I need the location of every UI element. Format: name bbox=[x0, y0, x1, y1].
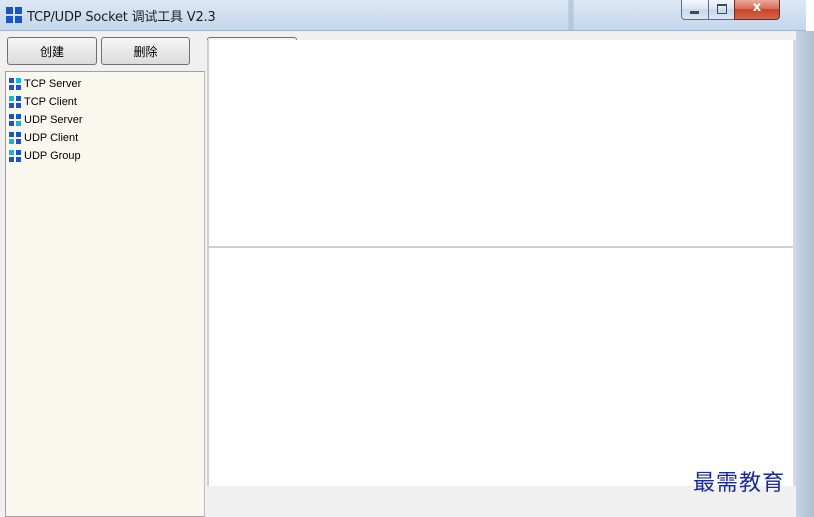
tree-item-udp-group[interactable]: UDP Group bbox=[9, 147, 81, 165]
detail-pane-bottom[interactable] bbox=[207, 248, 795, 486]
tree-item-label: UDP Group bbox=[24, 150, 81, 162]
tree-item-tcp-server[interactable]: TCP Server bbox=[9, 75, 81, 93]
detail-pane-top[interactable] bbox=[207, 40, 795, 246]
node-grid-icon bbox=[9, 150, 21, 162]
app-icon bbox=[6, 7, 22, 23]
node-grid-icon bbox=[9, 114, 21, 126]
title-bar-highlight bbox=[568, 0, 574, 30]
node-grid-icon bbox=[9, 132, 21, 144]
minimize-button[interactable] bbox=[681, 0, 709, 20]
connection-tree[interactable]: TCP Server TCP Client UDP Server UDP Cli… bbox=[5, 71, 205, 517]
window-title: TCP/UDP Socket 调试工具 V2.3 bbox=[27, 10, 216, 25]
close-icon: x bbox=[752, 0, 762, 15]
node-grid-icon bbox=[9, 96, 21, 108]
maximize-button[interactable] bbox=[708, 0, 735, 20]
tree-item-label: UDP Client bbox=[24, 132, 79, 144]
tree-item-tcp-client[interactable]: TCP Client bbox=[9, 93, 77, 111]
window-frame-edge bbox=[796, 31, 814, 517]
title-bar[interactable]: TCP/UDP Socket 调试工具 V2.3 x bbox=[0, 0, 806, 31]
maximize-icon bbox=[717, 4, 727, 14]
delete-button[interactable]: 删除 bbox=[101, 37, 190, 65]
node-grid-icon bbox=[9, 78, 21, 90]
tree-item-label: UDP Server bbox=[24, 114, 83, 126]
tree-item-label: TCP Client bbox=[24, 96, 77, 108]
tree-item-udp-client[interactable]: UDP Client bbox=[9, 129, 78, 147]
create-button[interactable]: 创建 bbox=[7, 37, 97, 65]
watermark-text: 最需教育 bbox=[693, 471, 786, 496]
tree-item-udp-server[interactable]: UDP Server bbox=[9, 111, 82, 129]
minimize-icon bbox=[690, 11, 699, 14]
close-button[interactable]: x bbox=[734, 0, 780, 20]
tree-item-label: TCP Server bbox=[24, 78, 82, 90]
